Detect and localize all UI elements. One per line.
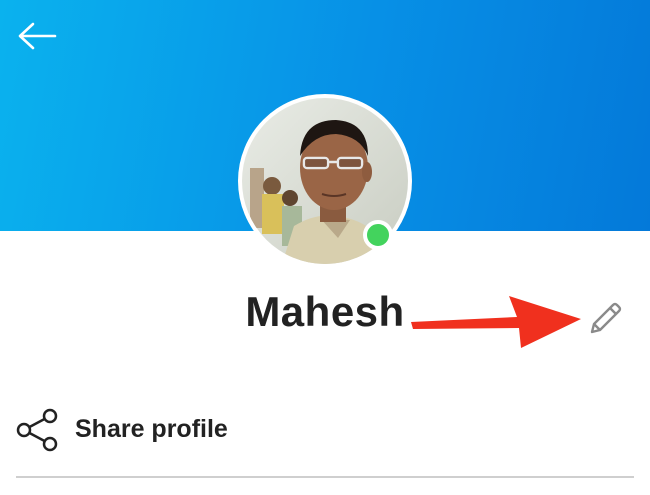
annotation-arrow xyxy=(411,296,581,348)
divider xyxy=(16,476,634,478)
back-button[interactable] xyxy=(14,18,60,54)
share-icon xyxy=(16,408,58,452)
edit-name-button[interactable] xyxy=(584,296,628,340)
pencil-icon xyxy=(590,302,622,334)
online-status-indicator xyxy=(363,220,393,250)
share-profile-label: Share profile xyxy=(75,415,228,443)
share-profile-row[interactable]: Share profile xyxy=(0,398,650,462)
avatar[interactable] xyxy=(238,94,412,268)
arrow-left-icon xyxy=(18,22,57,50)
